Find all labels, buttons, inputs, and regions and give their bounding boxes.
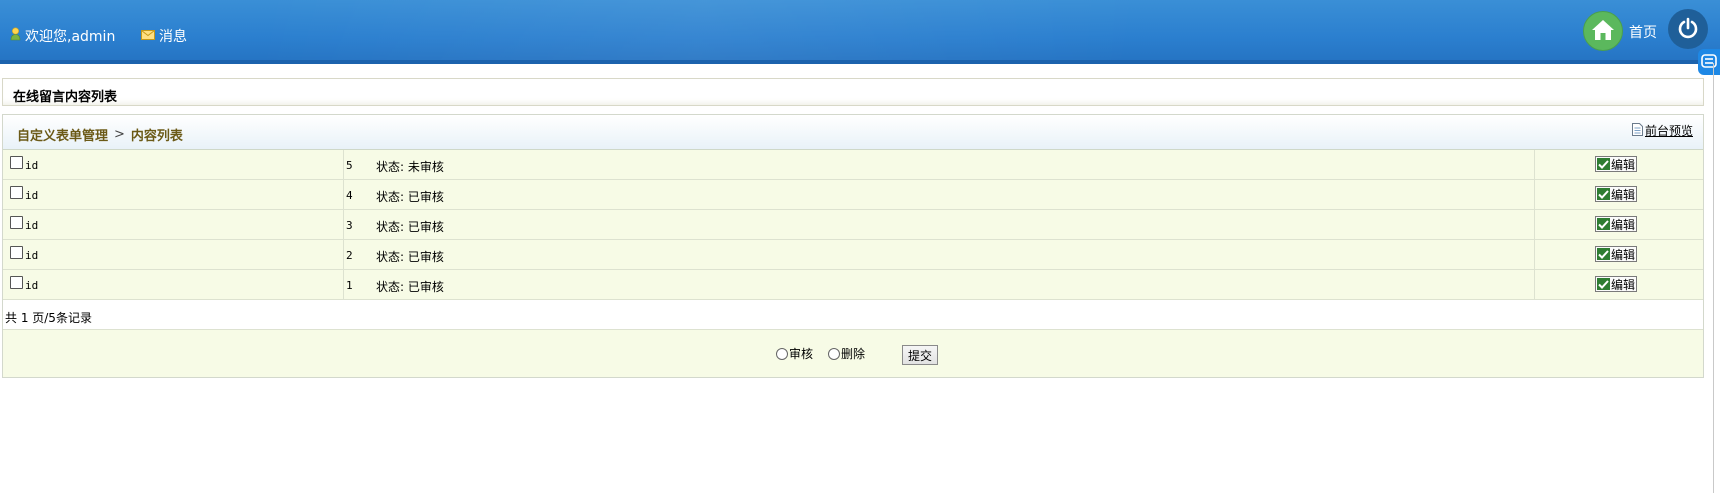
check-icon [1597, 248, 1610, 260]
row-content-cell: 5 状态: 未审核 [344, 150, 1535, 179]
row-status: 状态: 已审核 [376, 250, 444, 264]
row-checkbox[interactable] [10, 276, 23, 289]
row-id-label: id [25, 189, 39, 202]
title-panel: 在线留言内容列表 [2, 78, 1704, 106]
table-row: id 1 状态: 已审核 编辑 [3, 270, 1703, 300]
batch-action-bar: 审核 删除 提交 [3, 330, 1703, 377]
edit-button[interactable]: 编辑 [1595, 276, 1637, 292]
table-row: id 4 状态: 已审核 编辑 [3, 180, 1703, 210]
row-action-cell: 编辑 [1535, 270, 1703, 299]
table-row: id 2 状态: 已审核 编辑 [3, 240, 1703, 270]
power-icon [1677, 17, 1699, 42]
table-row: id 5 状态: 未审核 编辑 [3, 150, 1703, 180]
edit-label: 编辑 [1611, 187, 1636, 202]
row-content-cell: 2 状态: 已审核 [344, 240, 1535, 269]
row-content-cell: 1 状态: 已审核 [344, 270, 1535, 299]
check-icon [1597, 188, 1610, 200]
messages-link[interactable]: 消息 [141, 26, 187, 46]
content-list: 自定义表单管理 > 内容列表 前台预览 id 5 状态: 未审核 编辑 id 4… [2, 114, 1704, 378]
sidebar-toggle[interactable] [1698, 49, 1720, 75]
row-status: 状态: 已审核 [376, 220, 444, 234]
edit-label: 编辑 [1611, 217, 1636, 232]
row-action-cell: 编辑 [1535, 210, 1703, 239]
document-icon [1631, 123, 1643, 139]
submit-button[interactable]: 提交 [902, 345, 938, 365]
logout-button[interactable] [1668, 9, 1708, 49]
row-number: 5 [346, 159, 353, 172]
row-id-label: id [25, 279, 39, 292]
delete-option[interactable]: 删除 [828, 345, 865, 362]
edit-button[interactable]: 编辑 [1595, 246, 1637, 262]
row-select-cell: id [3, 270, 344, 299]
row-select-cell: id [3, 180, 344, 209]
row-status: 状态: 已审核 [376, 190, 444, 204]
messages-text: 消息 [159, 29, 187, 45]
breadcrumb-current[interactable]: 内容列表 [131, 125, 183, 144]
frontend-preview-link[interactable]: 前台预览 [1631, 122, 1693, 139]
edit-button[interactable]: 编辑 [1595, 186, 1637, 202]
breadcrumb-separator: > [114, 127, 125, 142]
row-select-cell: id [3, 240, 344, 269]
delete-label: 删除 [841, 347, 866, 361]
row-status: 状态: 未审核 [376, 160, 444, 174]
row-number: 4 [346, 189, 353, 202]
row-id-label: id [25, 159, 39, 172]
check-icon [1597, 218, 1610, 230]
preview-label: 前台预览 [1644, 124, 1693, 138]
row-select-cell: id [3, 210, 344, 239]
row-content-cell: 3 状态: 已审核 [344, 210, 1535, 239]
breadcrumb-bar: 自定义表单管理 > 内容列表 前台预览 [3, 115, 1703, 150]
row-action-cell: 编辑 [1535, 150, 1703, 179]
row-number: 1 [346, 279, 353, 292]
header-base-stripe [0, 60, 1720, 64]
table-row: id 3 状态: 已审核 编辑 [3, 210, 1703, 240]
page-title: 在线留言内容列表 [13, 90, 118, 105]
scrollbar-track[interactable] [1713, 63, 1714, 493]
edit-label: 编辑 [1611, 247, 1636, 262]
user-icon [10, 27, 21, 45]
header-sheen [260, 0, 1360, 63]
welcome-text: 欢迎您,admin [25, 29, 116, 45]
pagination-info: 共 1 页/5条记录 [3, 300, 1703, 330]
row-select-cell: id [3, 150, 344, 179]
breadcrumb: 自定义表单管理 > 内容列表 [17, 125, 183, 144]
top-header: 欢迎您,admin 消息 首页 [0, 0, 1720, 64]
home-icon [1591, 19, 1615, 44]
check-icon [1597, 278, 1610, 290]
home-link[interactable]: 首页 [1629, 22, 1657, 42]
edit-label: 编辑 [1611, 157, 1636, 172]
row-number: 2 [346, 249, 353, 262]
row-number: 3 [346, 219, 353, 232]
approve-label: 审核 [789, 347, 814, 361]
sidebar-toggle-icon [1701, 53, 1717, 71]
check-icon [1597, 158, 1610, 170]
breadcrumb-parent[interactable]: 自定义表单管理 [17, 125, 108, 144]
row-content-cell: 4 状态: 已审核 [344, 180, 1535, 209]
pagination-text: 共 1 页/5条记录 [5, 311, 92, 325]
row-checkbox[interactable] [10, 246, 23, 259]
mail-icon [141, 28, 155, 44]
edit-button[interactable]: 编辑 [1595, 156, 1637, 172]
row-status: 状态: 已审核 [376, 280, 444, 294]
edit-button[interactable]: 编辑 [1595, 216, 1637, 232]
row-action-cell: 编辑 [1535, 240, 1703, 269]
row-id-label: id [25, 219, 39, 232]
row-id-label: id [25, 249, 39, 262]
row-checkbox[interactable] [10, 156, 23, 169]
approve-option[interactable]: 审核 [776, 345, 813, 362]
welcome-user[interactable]: 欢迎您,admin [10, 26, 115, 46]
row-checkbox[interactable] [10, 216, 23, 229]
delete-radio[interactable] [828, 347, 840, 360]
edit-label: 编辑 [1611, 277, 1636, 292]
home-button[interactable] [1583, 11, 1623, 51]
row-action-cell: 编辑 [1535, 180, 1703, 209]
approve-radio[interactable] [776, 347, 788, 360]
row-checkbox[interactable] [10, 186, 23, 199]
